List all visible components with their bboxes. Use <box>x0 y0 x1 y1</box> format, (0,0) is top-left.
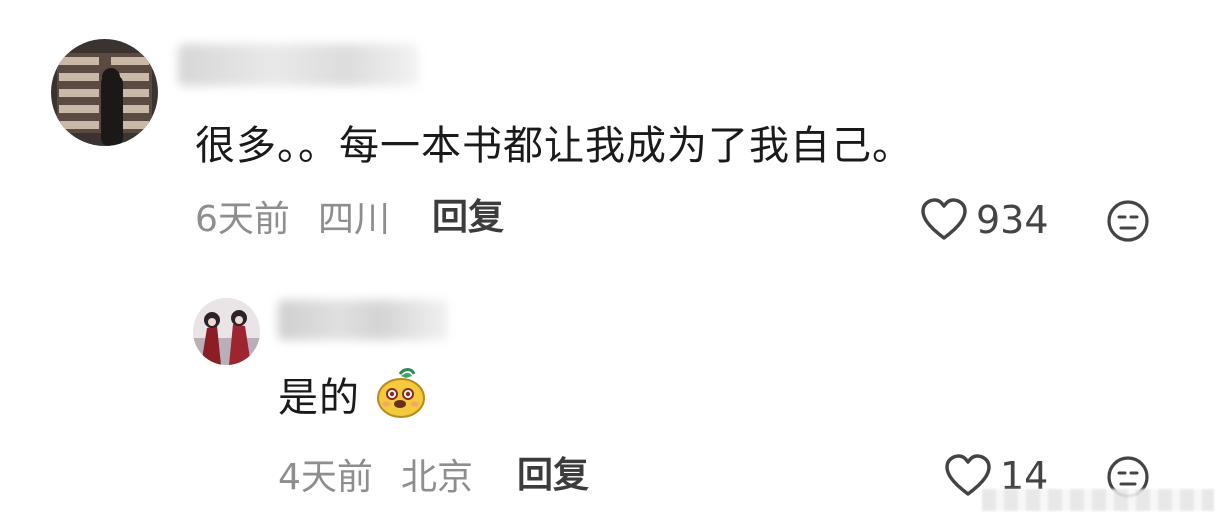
watermark <box>982 489 1214 511</box>
comment-time: 4天前 <box>278 457 373 498</box>
username-redacted <box>278 300 448 340</box>
avatar[interactable] <box>193 298 260 365</box>
comment-time: 6天前 <box>195 199 290 240</box>
comment-text: 是的 <box>278 375 360 421</box>
like-count: 934 <box>976 198 1049 242</box>
comment-location: 四川 <box>318 199 391 240</box>
avatar[interactable] <box>51 39 158 146</box>
username-redacted <box>178 44 418 86</box>
comment-text: 很多。。每一本书都让我成为了我自己。 <box>195 123 913 169</box>
reply-button[interactable]: 回复 <box>432 200 504 236</box>
comment-location: 北京 <box>401 457 474 498</box>
neutral-face-icon[interactable] <box>1106 199 1150 243</box>
heart-icon[interactable] <box>920 198 968 242</box>
dog-emoji-icon <box>374 366 428 420</box>
reply-button[interactable]: 回复 <box>517 458 589 494</box>
